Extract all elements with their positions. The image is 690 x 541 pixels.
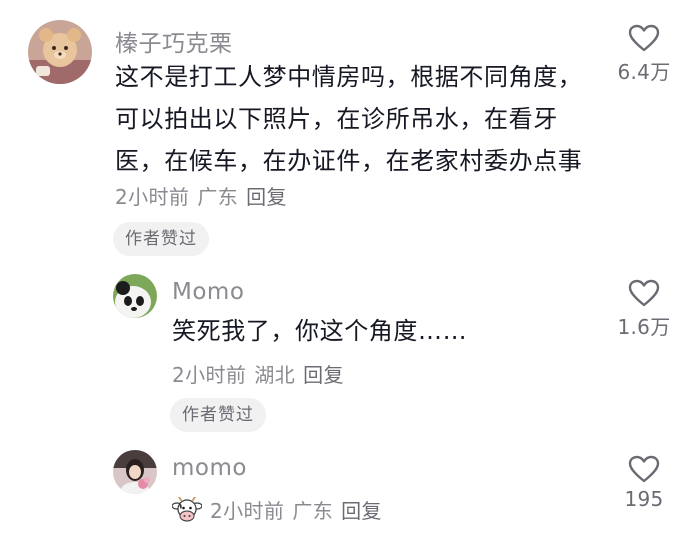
comment-time: 2小时前 bbox=[210, 499, 285, 523]
comment-line: 这不是打工人梦中情房吗，根据不同角度， bbox=[115, 63, 583, 91]
comment-time: 2小时前 bbox=[172, 363, 247, 387]
author-liked-badge: 作者赞过 bbox=[170, 398, 266, 432]
comment-time: 2小时前 bbox=[115, 185, 190, 209]
comment-text: 这不是打工人梦中情房吗，根据不同角度， 可以拍出以下照片，在诊所吊水，在看牙 医… bbox=[115, 56, 595, 182]
comment-meta: 2小时前 湖北 回复 bbox=[172, 359, 344, 388]
author-liked-badge: 作者赞过 bbox=[113, 222, 209, 256]
avatar[interactable] bbox=[113, 274, 157, 318]
comment-location: 广东 bbox=[197, 185, 239, 209]
avatar[interactable] bbox=[28, 20, 92, 84]
reply-button[interactable]: 回复 bbox=[246, 181, 287, 210]
like-button[interactable]: 1.6万 bbox=[604, 279, 684, 340]
like-button[interactable]: 6.4万 bbox=[604, 24, 684, 85]
like-count: 195 bbox=[624, 487, 664, 511]
comment-location: 广东 bbox=[292, 499, 334, 523]
comment-line: 医，在候车，在办证件，在老家村委办点事 bbox=[115, 147, 583, 175]
username[interactable]: Momo bbox=[172, 279, 244, 305]
avatar[interactable] bbox=[113, 450, 157, 494]
like-button[interactable]: 195 bbox=[604, 455, 684, 511]
username[interactable]: 榛子巧克栗 bbox=[115, 24, 233, 58]
heart-outline-icon[interactable] bbox=[628, 455, 660, 483]
reply-button[interactable]: 回复 bbox=[341, 495, 382, 524]
comment-line: 可以拍出以下照片，在诊所吊水，在看牙 bbox=[115, 105, 558, 133]
like-count: 1.6万 bbox=[617, 315, 671, 339]
comment-text: 笑死我了，你这个角度…… bbox=[172, 310, 592, 352]
reply-button[interactable]: 回复 bbox=[303, 359, 344, 388]
username[interactable]: momo bbox=[172, 455, 247, 481]
comment-meta: 2小时前 广东 回复 bbox=[115, 181, 287, 210]
comment-meta: 2小时前 广东 回复 bbox=[172, 495, 382, 524]
like-count: 6.4万 bbox=[617, 60, 671, 84]
heart-outline-icon[interactable] bbox=[628, 279, 660, 307]
cow-face-icon bbox=[172, 496, 202, 521]
comment-line: 笑死我了，你这个角度…… bbox=[172, 317, 468, 345]
comment-location: 湖北 bbox=[254, 363, 296, 387]
heart-outline-icon[interactable] bbox=[628, 24, 660, 52]
